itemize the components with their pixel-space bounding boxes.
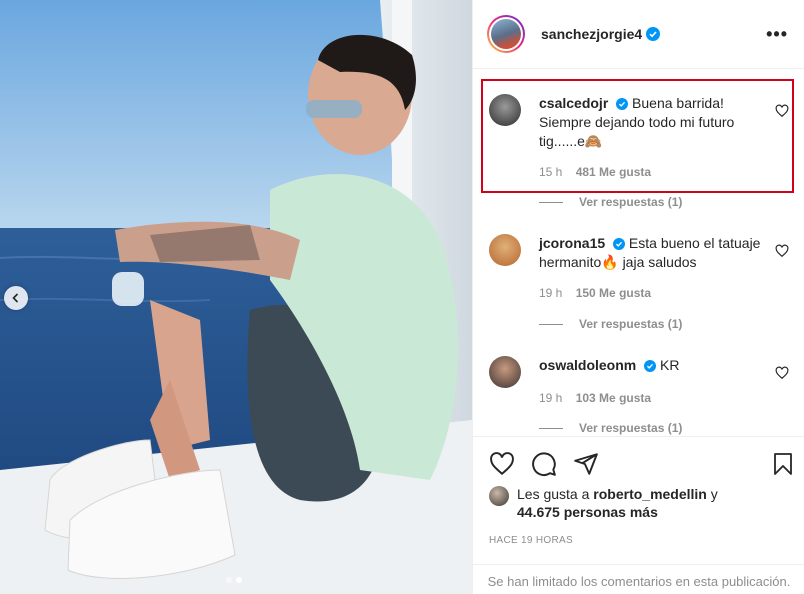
comments-list: csalcedojr Buena barrida! Siempre dejand… [473,70,804,435]
comment-time[interactable]: 19 h [539,391,562,405]
commenter-avatar[interactable] [489,356,521,388]
carousel-dot [226,577,232,583]
commenter-username[interactable]: csalcedojr [539,95,608,111]
view-replies-button[interactable]: Ver respuestas (1) [539,421,682,435]
likes-summary: Les gusta a roberto_medellin y 44.675 pe… [473,481,804,521]
liker-avatar[interactable] [489,486,509,506]
comment-meta: 15 h 481 Me gusta [539,165,789,179]
verified-badge-icon [616,98,629,111]
comment-text: jcorona15 Esta bueno el tatuaje hermanit… [539,234,763,272]
save-bookmark-icon[interactable] [771,451,795,477]
share-send-icon[interactable] [573,451,599,477]
comment-item: csalcedojr Buena barrida! Siempre dejand… [489,94,789,179]
comment-likes[interactable]: 481 Me gusta [576,165,651,179]
view-replies-button[interactable]: Ver respuestas (1) [539,195,682,209]
commenter-avatar[interactable] [489,234,521,266]
liker-username[interactable]: roberto_medellin [593,486,707,502]
post-timestamp[interactable]: HACE 19 HORAS [473,521,804,546]
comment-text: oswaldoleonm KR [539,356,763,375]
more-options-button[interactable]: ••• [766,24,788,45]
comment-likes[interactable]: 103 Me gusta [576,391,651,405]
comment-text: csalcedojr Buena barrida! Siempre dejand… [539,94,763,151]
photo-illustration [0,0,472,594]
comment-meta: 19 h 150 Me gusta [539,286,789,300]
likes-connector: y [710,486,718,502]
comment-meta: 19 h 103 Me gusta [539,391,789,405]
chevron-left-icon [12,293,19,303]
verified-badge-icon [644,360,657,373]
carousel-indicator [226,577,242,583]
comment-item: oswaldoleonm KR 19 h 103 Me gusta [489,356,789,405]
like-comment-heart-icon[interactable] [775,366,789,380]
comments-limited-notice: Se han limitado los comentarios en esta … [473,564,804,594]
comment-content: KR [660,357,680,373]
comment-likes[interactable]: 150 Me gusta [576,286,651,300]
commenter-avatar[interactable] [489,94,521,126]
likes-others-count[interactable]: 44.675 personas más [517,504,658,520]
like-comment-heart-icon[interactable] [775,244,789,258]
author-username[interactable]: sanchezjorgie4 [541,26,642,42]
action-icons-row [473,437,804,481]
commenter-username[interactable]: jcorona15 [539,235,605,251]
like-comment-heart-icon[interactable] [775,104,789,118]
commenter-username[interactable]: oswaldoleonm [539,357,636,373]
post-side-panel: sanchezjorgie4 ••• csalcedojr Buena barr… [472,0,804,594]
author-avatar[interactable] [487,15,525,53]
post-photo[interactable] [0,0,472,594]
likes-prefix: Les gusta a [517,486,590,502]
post-header: sanchezjorgie4 ••• [473,0,804,69]
comment-time[interactable]: 19 h [539,286,562,300]
carousel-previous-button[interactable] [4,286,28,310]
carousel-dot-active [236,577,242,583]
like-heart-icon[interactable] [489,451,515,477]
verified-badge-icon [646,27,661,41]
comment-item: jcorona15 Esta bueno el tatuaje hermanit… [489,234,789,300]
verified-badge-icon [613,238,626,251]
post-actions-section: Les gusta a roberto_medellin y 44.675 pe… [473,436,804,594]
comment-time[interactable]: 15 h [539,165,562,179]
comment-bubble-icon[interactable] [531,451,557,477]
view-replies-button[interactable]: Ver respuestas (1) [539,317,682,331]
